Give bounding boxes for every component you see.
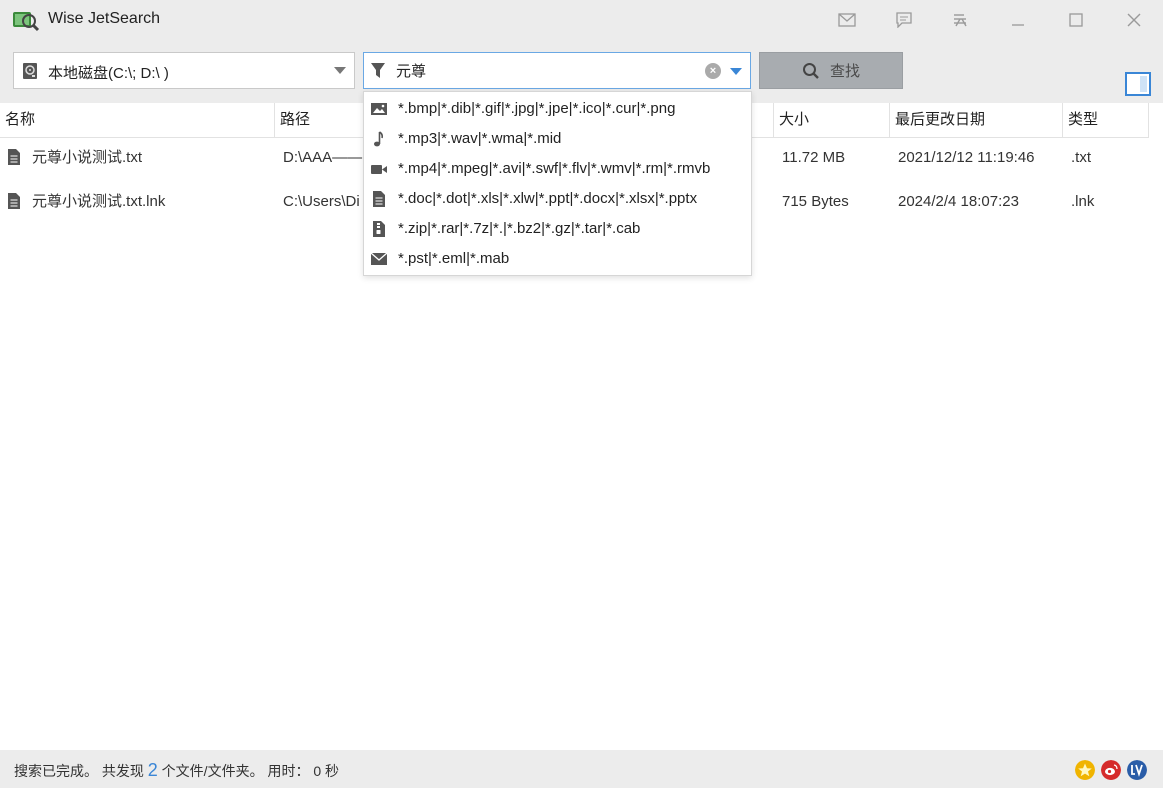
maximize-icon[interactable] [1064,8,1088,32]
filter-option-label: *.pst|*.eml|*.mab [398,250,510,267]
search-input[interactable] [396,58,696,83]
cell-path: C:\Users\Di [283,193,360,210]
feedback-icon[interactable] [892,8,916,32]
filter-icon[interactable] [370,62,386,80]
menu-icon[interactable] [948,8,972,32]
drive-select-label: 本地磁盘(C:\; D:\ ) [48,65,169,82]
weibo-icon[interactable] [1101,760,1121,780]
cell-date: 2024/2/4 18:07:23 [898,193,1019,210]
cell-size: 11.72 MB [782,149,846,166]
cell-type: .lnk [1071,193,1095,210]
find-button-label: 查找 [829,63,860,80]
archive-icon [373,221,385,237]
app-title: Wise JetSearch [48,10,161,27]
column-header-size[interactable]: 大小 [774,103,890,138]
close-icon[interactable] [1122,8,1146,32]
cell-size: 715 Bytes [782,193,849,210]
mail-icon[interactable] [835,8,859,32]
column-header-name[interactable]: 名称 [0,103,275,138]
minimize-icon[interactable] [1006,8,1030,32]
filter-dropdown: *.bmp|*.dib|*.gif|*.jpg|*.jpe|*.ico|*.cu… [363,91,752,276]
social-share-icon[interactable] [1127,760,1147,780]
mail-icon [370,252,388,265]
drive-select[interactable]: 本地磁盘(C:\; D:\ ) [13,52,355,89]
status-count: 2 [147,760,158,780]
filter-option-archives[interactable]: *.zip|*.rar|*.7z|*.|*.bz2|*.gz|*.tar|*.c… [364,214,751,244]
chevron-down-icon[interactable] [334,67,346,74]
filter-option-label: *.bmp|*.dib|*.gif|*.jpg|*.jpe|*.ico|*.cu… [398,100,676,117]
text-file-icon [8,149,20,165]
cell-name: 元尊小说测试.txt [32,149,143,166]
filter-option-label: *.mp3|*.wav|*.wma|*.mid [398,130,562,147]
filter-dropdown-arrow-icon[interactable] [730,68,742,75]
document-icon [373,191,385,207]
preview-panel-toggle[interactable] [1125,72,1151,96]
cell-name: 元尊小说测试.txt.lnk [32,193,166,210]
column-header-type[interactable]: 类型 [1063,103,1149,138]
status-text: 搜索已完成。 共发现 2 个文件/文件夹。 用时： 0 秒 [14,760,339,781]
filter-option-video[interactable]: *.mp4|*.mpeg|*.avi|*.swf|*.flv|*.wmv|*.r… [364,154,751,184]
filter-option-label: *.zip|*.rar|*.7z|*.|*.bz2|*.gz|*.tar|*.c… [398,220,641,237]
star-rating-icon[interactable] [1075,760,1095,780]
status-bar: 搜索已完成。 共发现 2 个文件/文件夹。 用时： 0 秒 [0,750,1163,788]
status-prefix: 搜索已完成。 共发现 [14,763,148,779]
column-header-date[interactable]: 最后更改日期 [890,103,1063,138]
video-icon [371,165,387,174]
app-logo-icon [13,12,40,32]
image-icon [371,103,387,115]
status-suffix: 个文件/文件夹。 用时： 0 秒 [157,763,340,779]
filter-option-label: *.mp4|*.mpeg|*.avi|*.swf|*.flv|*.wmv|*.r… [398,160,711,177]
search-icon [802,62,819,79]
filter-option-documents[interactable]: *.doc|*.dot|*.xls|*.xlw|*.ppt|*.docx|*.x… [364,184,751,214]
cell-type: .txt [1071,149,1092,166]
filter-option-music[interactable]: *.mp3|*.wav|*.wma|*.mid [364,124,751,154]
filter-option-mail[interactable]: *.pst|*.eml|*.mab [364,244,751,274]
music-icon [374,131,384,147]
clear-icon[interactable]: × [705,63,721,79]
cell-path: D:\AAA—— [283,149,363,166]
filter-option-label: *.doc|*.dot|*.xls|*.xlw|*.ppt|*.docx|*.x… [398,190,698,207]
filter-option-images[interactable]: *.bmp|*.dib|*.gif|*.jpg|*.jpe|*.ico|*.cu… [364,94,751,124]
title-bar: Wise JetSearch [0,0,1163,40]
search-box[interactable]: × [363,52,751,89]
find-button[interactable]: 查找 [759,52,903,89]
text-file-icon [8,193,20,209]
cell-date: 2021/12/12 11:19:46 [898,149,1035,166]
hard-drive-icon [23,63,37,79]
